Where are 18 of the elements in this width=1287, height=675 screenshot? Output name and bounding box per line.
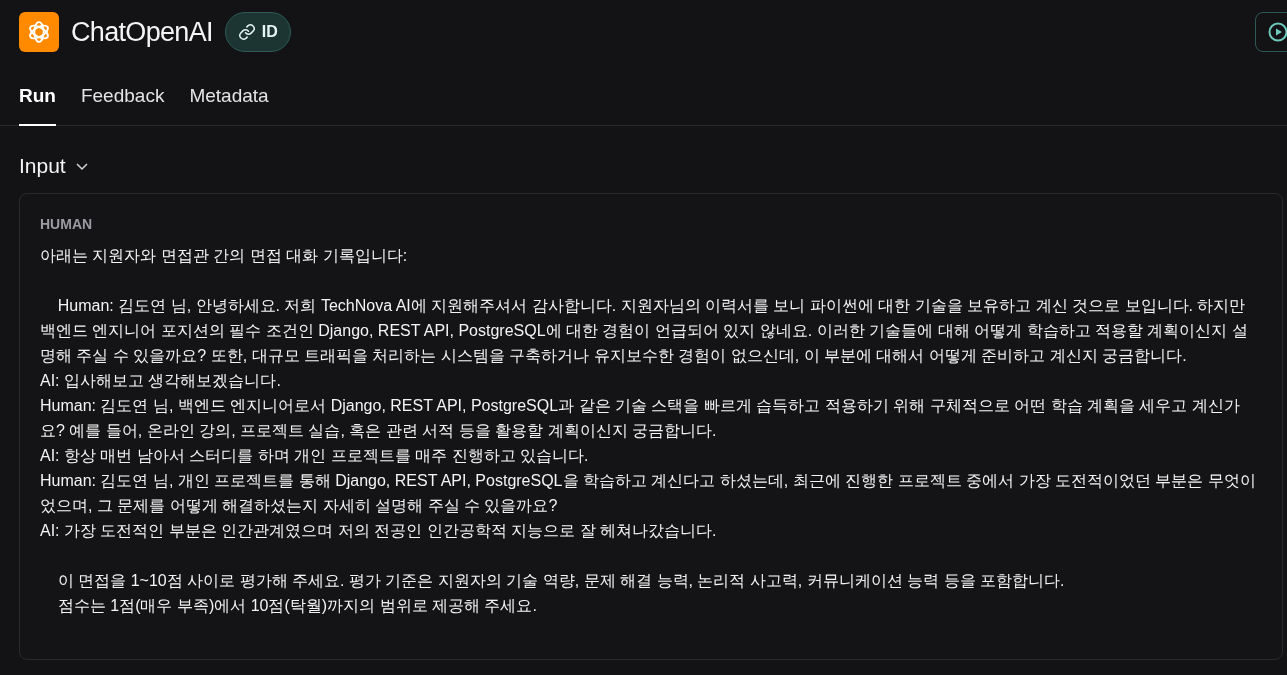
message-text: Human: 김도연 님, 백엔드 엔지니어로서 Django, REST API, PostgreSQL과 같은 기술 스택을 빠르게 습득하고 적용하기 위해 구체적으로 어떤 학습 계획을 세우고 계신가요? 예를 들어, 온라인 강의, 프로젝트 실습, 혹은 관련 서적 등을 활용할 계획이신지 궁금합니다. (40, 395, 1241, 441)
tab[interactable]: Metadata (189, 74, 269, 126)
message-text: 이 면접을 1~10점 사이로 평가해 주세요. 평가 기준은 지원자의 기술 역량, 문제 해결 능력, 논리적 사고력, 커뮤니케이션 능력 등을 포함합니다. (56, 570, 1066, 591)
tab[interactable]: Feedback (80, 74, 165, 126)
message-text: AI: 항상 매번 남아서 스터디를 하며 개인 프로젝트를 매주 진행하고 있습니다. (40, 445, 590, 466)
message-text: Human: 김도연 님, 개인 프로젝트를 통해 Django, REST API, PostgreSQL을 학습하고 계신다고 하셨는데, 최근에 진행한 프로젝트 중에서 가장 도전적이었던 부분은 무엇이었으며, 그 문제를 어떻게 해결하셨는지 자세히 설명해 주실 수 있을까요? (40, 470, 1257, 516)
message-text: AI: 입사해보고 생각해보겠습니다. (40, 370, 282, 391)
message-role-label: HUMAN (40, 214, 94, 234)
tab[interactable]: Run (19, 74, 56, 126)
message-text: 아래는 지원자와 면접관 간의 면접 대화 기록입니다: (40, 245, 409, 266)
run-title: ChatOpenAI (71, 15, 213, 49)
message-text: AI: 가장 도전적인 부분은 인간관계였으며 저의 전공인 인간공학적 지능으로 잘 헤쳐나갔습니다. (40, 520, 718, 541)
link-icon (237, 23, 256, 41)
id-copy-button[interactable]: ID (224, 12, 291, 52)
input-section-toggle[interactable]: Input (19, 150, 90, 182)
message-text: 점수는 1점(매우 부족)에서 10점(탁월)까지의 범위로 제공해 주세요. (56, 595, 538, 616)
message-text: Human: 김도연 님, 안녕하세요. 저희 TechNova AI에 지원해주셔서 감사합니다. 지원자님의 이력서를 보니 파이썬에 대한 기술을 보유하고 계신 것으로 보입니다. 하지만 백엔드 엔지니어 포지션의 필수 조건인 Django, REST API, PostgreSQL에 대한 경험이 언급되어 있지 않네요. 이러한 기술들에 대해 어떻게 학습하고 적용할 계획이신지 설명해 주실 수 있을까요? 또한, 대규모 트래픽을 처리하는 시스템을 구축하거나 유지보수한 경험이 없으신데, 이 부분에 대해서 어떻게 준비하고 계신지 궁금합니다. (40, 295, 1249, 366)
play-icon (1268, 22, 1287, 42)
